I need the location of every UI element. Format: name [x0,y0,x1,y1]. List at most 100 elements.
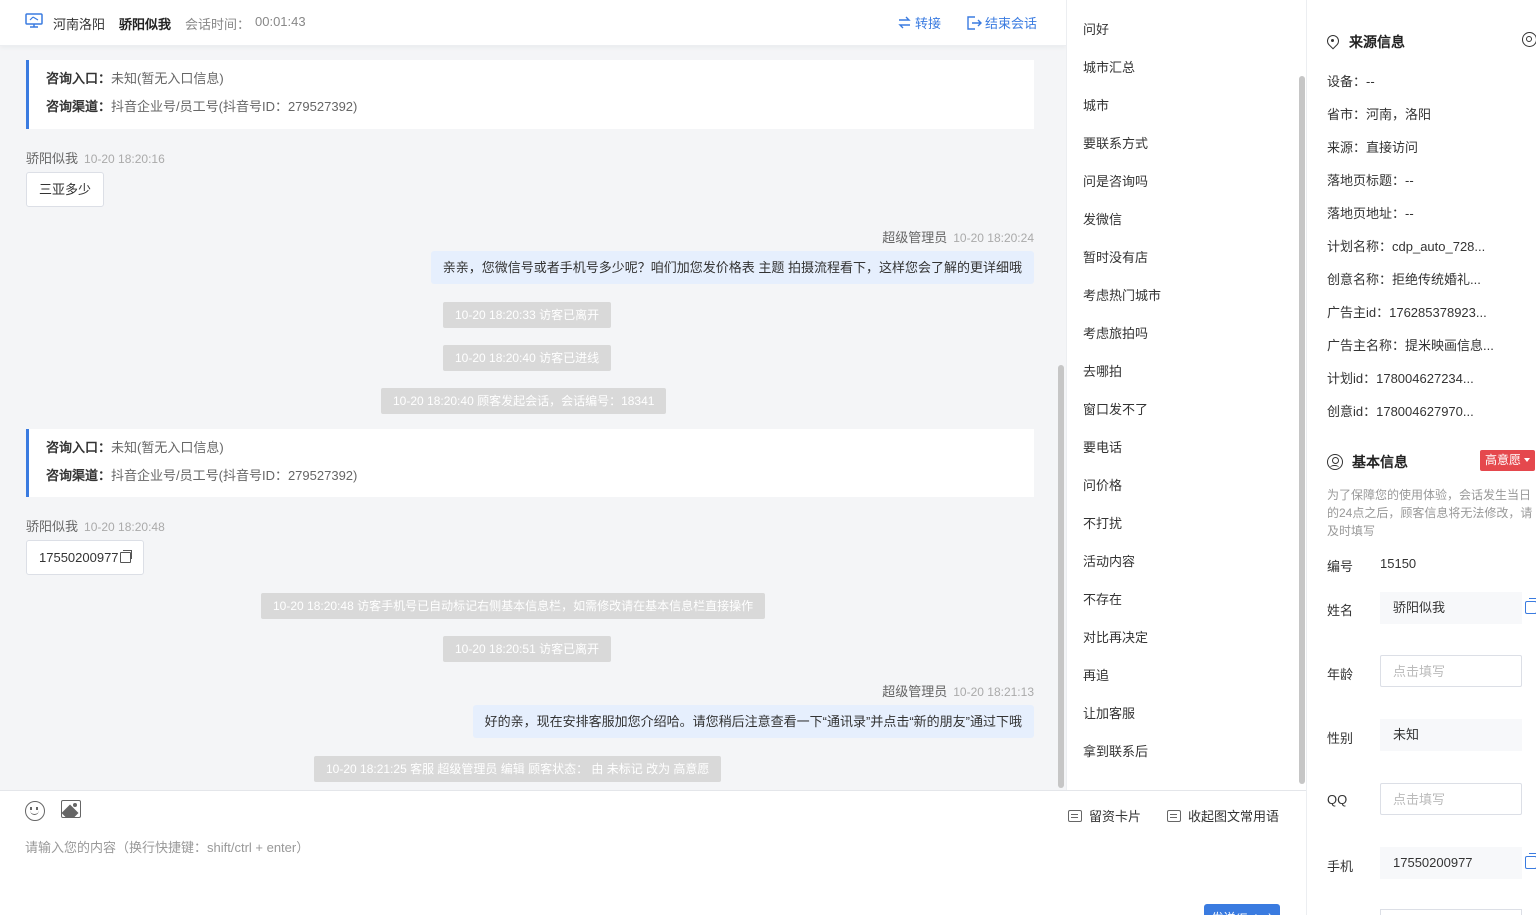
system-message: 10-20 18:20:40 顾客发起会话，会话编号：18341 [381,388,667,414]
phone-field[interactable]: 17550200977 [1380,847,1522,879]
edit-notice: 为了保障您的使用体验，会话发生当日的24点之后，顾客信息将无法修改，请及时填写 [1327,488,1533,538]
source-row: 广告主id：176285378923... [1327,305,1487,320]
copy-icon[interactable] [1525,853,1536,869]
emoji-icon[interactable] [25,801,45,821]
system-message: 10-20 18:20:33 访客已离开 [443,302,612,328]
image-icon[interactable] [61,800,81,818]
end-session-button[interactable]: 结束会话 [967,13,1037,32]
collapse-phrases-button[interactable]: 收起图文常用语 [1167,806,1279,825]
source-row: 省市：河南，洛阳 [1327,107,1432,122]
message-sender: 骄阳似我 10-20 18:20:16 [26,151,165,166]
gender-label: 性别 [1327,731,1354,746]
message-composer: 留资卡片 收起图文常用语 发送(Enter) [0,790,1306,915]
phrase-item[interactable]: 让加客服 [1083,703,1135,722]
consult-entry-row: 咨询入口：未知(暂无入口信息) [46,71,224,86]
card-icon [1068,809,1082,822]
source-info-title: 来源信息 [1327,32,1405,52]
lead-card-button[interactable]: 留资卡片 [1068,806,1141,825]
system-message: 10-20 18:21:25 客服 超级管理员 编辑 顾客状态： 由 未标记 改… [314,756,722,782]
source-row: 设备：-- [1327,74,1375,89]
phrase-scrollbar[interactable] [1299,76,1305,784]
phrase-item[interactable]: 发微信 [1083,209,1122,228]
agent-message: 亲亲，您微信号或者手机号多少呢？咱们加您发价格表 主题 拍摄流程看下，这样您会了… [430,251,1034,284]
exit-icon [967,15,982,30]
settings-icon[interactable] [1522,32,1536,47]
send-button[interactable]: 发送(Enter) [1204,904,1280,915]
consult-info-card: 咨询入口：未知(暂无入口信息) 咨询渠道：抖音企业号/员工号(抖音号ID：279… [26,60,1034,129]
phrase-item[interactable]: 要联系方式 [1083,133,1148,152]
phrase-item[interactable]: 活动内容 [1083,551,1135,570]
chat-panel: 河南洛阳 骄阳似我 会话时间： 00:01:43 转接 结束会话 咨询入口：未知… [0,0,1066,790]
phone-label: 手机 [1327,859,1354,874]
phrase-item[interactable]: 城市 [1083,95,1109,114]
phrase-item[interactable]: 考虑热门城市 [1083,285,1161,304]
system-message: 10-20 18:20:48 访客手机号已自动标记右侧基本信息栏，如需修改请在基… [261,593,766,619]
session-time-label: 会话时间： [185,17,251,32]
chat-scrollbar[interactable] [1058,365,1064,788]
source-row: 落地页地址：-- [1327,206,1414,221]
phrase-item[interactable]: 要电话 [1083,437,1122,456]
intent-status-dropdown[interactable]: 高意愿 [1480,450,1536,471]
name-label: 姓名 [1327,603,1354,618]
session-time: 00:01:43 [255,14,306,29]
phrase-item[interactable]: 去哪拍 [1083,361,1122,380]
phrase-item[interactable]: 城市汇总 [1083,57,1135,76]
collapse-phrases-label: 收起图文常用语 [1188,809,1280,824]
phrase-item[interactable]: 拿到联系后 [1083,741,1148,760]
id-label: 编号 [1327,559,1354,574]
caret-down-icon [1524,458,1531,462]
transfer-button[interactable]: 转接 [897,13,941,32]
quick-phrase-panel: 问好 城市汇总 城市 要联系方式 问是咨询吗 发微信 暂时没有店 考虑热门城市 … [1066,0,1306,790]
consult-channel-row: 咨询渠道：抖音企业号/员工号(抖音号ID：279527392) [46,468,358,483]
age-input[interactable] [1380,655,1522,687]
message-sender: 超级管理员 10-20 18:21:13 [882,684,1034,699]
source-row: 来源：直接访问 [1327,140,1419,155]
phrase-item[interactable]: 暂时没有店 [1083,247,1148,266]
transfer-icon [898,16,911,29]
source-row: 广告主名称：提米映画信息... [1327,338,1494,353]
source-row: 落地页标题：-- [1327,173,1414,188]
phone-text: 17550200977 [39,550,119,565]
message-input[interactable] [25,837,1275,897]
qq-input[interactable] [1380,783,1522,815]
phrase-item[interactable]: 问价格 [1083,475,1122,494]
phrase-item[interactable]: 窗口发不了 [1083,399,1148,418]
source-row: 计划id：178004627234... [1327,371,1474,386]
monitor-icon [25,13,43,28]
visitor-location: 河南洛阳 [53,17,106,32]
source-row: 创意名称：拒绝传统婚礼... [1327,272,1481,287]
qq-label: QQ [1327,792,1348,807]
phrase-item[interactable]: 再追 [1083,665,1109,684]
user-icon [1327,454,1343,470]
next-field[interactable] [1380,909,1522,915]
id-value: 15150 [1380,556,1417,571]
agent-message: 好的亲，现在安排客服加您介绍哈。请您稍后注意查看一下“通讯录”并点击“新的朋友”… [472,705,1034,738]
age-label: 年龄 [1327,667,1354,682]
phrase-item[interactable]: 对比再决定 [1083,627,1148,646]
chat-header: 河南洛阳 骄阳似我 会话时间： 00:01:43 转接 结束会话 [0,0,1066,46]
basic-info-title: 基本信息 [1327,452,1408,472]
phrase-item[interactable]: 不存在 [1083,589,1122,608]
phrase-item[interactable]: 问是咨询吗 [1083,171,1148,190]
system-message: 10-20 18:20:40 访客已进线 [443,345,612,371]
phrase-item[interactable]: 问好 [1083,19,1109,38]
customer-sidebar: 来源信息 设备：-- 省市：河南，洛阳 来源：直接访问 落地页标题：-- 落地页… [1306,0,1536,915]
consult-channel-row: 咨询渠道：抖音企业号/员工号(抖音号ID：279527392) [46,99,358,114]
end-session-label: 结束会话 [985,16,1038,31]
location-pin-icon [1327,35,1340,50]
message-sender: 超级管理员 10-20 18:20:24 [882,230,1034,245]
visitor-name: 骄阳似我 [119,17,172,32]
copy-icon[interactable] [1525,598,1536,614]
source-row: 计划名称：cdp_auto_728... [1327,239,1486,254]
phrase-icon [1167,809,1181,822]
gender-select[interactable]: 未知 [1380,719,1522,751]
system-message: 10-20 18:20:51 访客已离开 [443,636,612,662]
visitor-message: 17550200977 [26,540,144,575]
phrase-item[interactable]: 不打扰 [1083,513,1122,532]
lead-card-label: 留资卡片 [1089,809,1142,824]
phrase-item[interactable]: 考虑旅拍吗 [1083,323,1148,342]
copy-icon[interactable] [119,550,132,563]
visitor-message: 三亚多少 [26,172,105,207]
message-sender: 骄阳似我 10-20 18:20:48 [26,519,165,534]
name-field[interactable]: 骄阳似我 [1380,592,1522,624]
